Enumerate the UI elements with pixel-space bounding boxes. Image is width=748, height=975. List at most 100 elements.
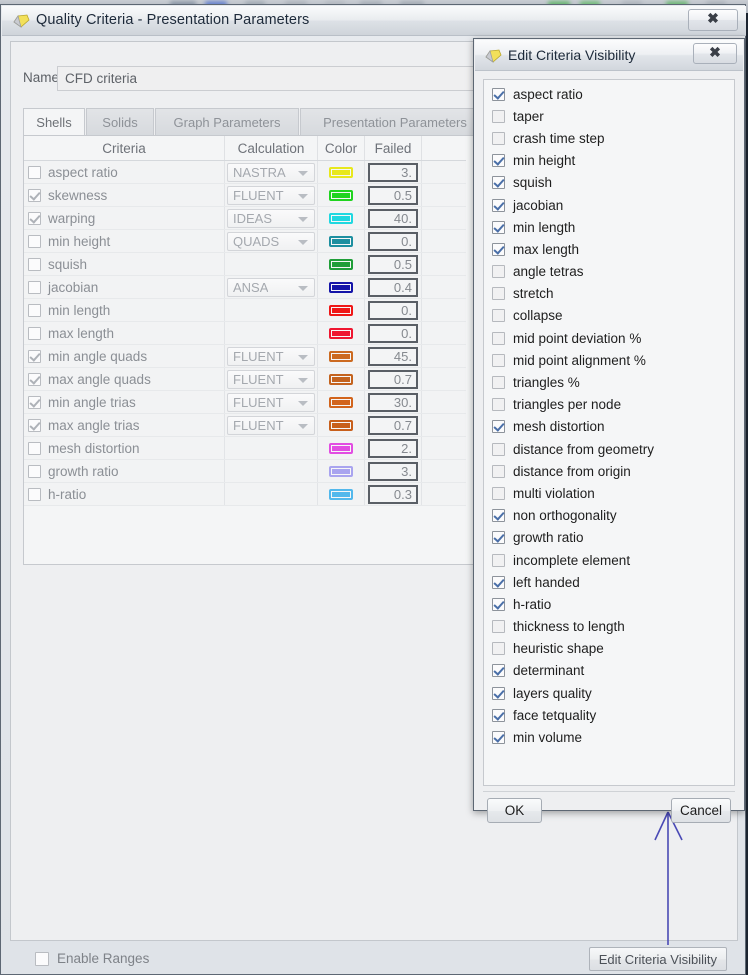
visibility-checkbox[interactable]: [492, 531, 505, 545]
column-header-criteria[interactable]: Criteria: [24, 136, 225, 161]
visibility-checkbox[interactable]: [492, 442, 505, 456]
visibility-list-item[interactable]: squish: [484, 172, 734, 194]
visibility-list-item[interactable]: distance from geometry: [484, 438, 734, 460]
cancel-button[interactable]: Cancel: [671, 798, 731, 823]
table-row[interactable]: mesh distortion 2.: [24, 436, 466, 460]
visibility-list-item[interactable]: max length: [484, 238, 734, 260]
visibility-checkbox[interactable]: [492, 87, 505, 101]
tab-shells[interactable]: Shells: [23, 108, 85, 136]
visibility-list-item[interactable]: mesh distortion: [484, 416, 734, 438]
row-checkbox[interactable]: [28, 188, 41, 202]
visibility-list-item[interactable]: triangles %: [484, 371, 734, 393]
visibility-checkbox[interactable]: [492, 376, 505, 390]
color-swatch[interactable]: [329, 465, 353, 477]
color-swatch[interactable]: [329, 488, 353, 500]
row-checkbox[interactable]: [28, 257, 41, 271]
table-row[interactable]: min angle trias FLUENT 30.: [24, 390, 466, 414]
table-row[interactable]: warping IDEAS 40.: [24, 206, 466, 230]
calculation-dropdown[interactable]: ANSA: [227, 277, 315, 297]
color-swatch[interactable]: [329, 258, 353, 270]
visibility-list-item[interactable]: layers quality: [484, 682, 734, 704]
table-row[interactable]: aspect ratio NASTRA 3.: [24, 160, 466, 184]
table-row[interactable]: min angle quads FLUENT 45.: [24, 344, 466, 368]
calculation-empty[interactable]: [224, 436, 318, 460]
table-row[interactable]: min length 0.: [24, 298, 466, 322]
visibility-list-item[interactable]: heuristic shape: [484, 638, 734, 660]
color-swatch[interactable]: [329, 442, 353, 454]
calculation-empty[interactable]: [224, 321, 318, 345]
failed-value-input[interactable]: 0.5: [368, 185, 418, 205]
visibility-list-item[interactable]: mid point deviation %: [484, 327, 734, 349]
row-checkbox[interactable]: [28, 441, 41, 455]
window-close-button[interactable]: ✖: [688, 9, 738, 31]
visibility-checkbox[interactable]: [492, 486, 505, 500]
row-checkbox[interactable]: [28, 418, 41, 432]
failed-value-input[interactable]: 0.7: [368, 415, 418, 435]
visibility-checkbox[interactable]: [492, 509, 505, 523]
color-swatch[interactable]: [329, 396, 353, 408]
visibility-checkbox[interactable]: [492, 220, 505, 234]
visibility-list-item[interactable]: growth ratio: [484, 527, 734, 549]
visibility-checkbox[interactable]: [492, 420, 505, 434]
table-row[interactable]: h-ratio 0.3: [24, 482, 466, 506]
failed-value-input[interactable]: 0.5: [368, 254, 418, 274]
visibility-checkbox[interactable]: [492, 198, 505, 212]
calculation-dropdown[interactable]: FLUENT: [227, 185, 315, 205]
visibility-list-item[interactable]: stretch: [484, 283, 734, 305]
row-checkbox[interactable]: [28, 211, 41, 225]
calculation-dropdown[interactable]: FLUENT: [227, 392, 315, 412]
calculation-empty[interactable]: [224, 252, 318, 276]
visibility-list-item[interactable]: multi violation: [484, 482, 734, 504]
visibility-checkbox[interactable]: [492, 464, 505, 478]
table-row[interactable]: squish 0.5: [24, 252, 466, 276]
row-checkbox[interactable]: [28, 487, 41, 501]
visibility-checkbox[interactable]: [492, 242, 505, 256]
table-row[interactable]: min height QUADS 0.: [24, 229, 466, 253]
visibility-checkbox[interactable]: [492, 553, 505, 567]
color-swatch[interactable]: [329, 166, 353, 178]
visibility-checkbox[interactable]: [492, 398, 505, 412]
visibility-checkbox[interactable]: [492, 620, 505, 634]
visibility-checkbox[interactable]: [492, 353, 505, 367]
visibility-list-item[interactable]: crash time step: [484, 127, 734, 149]
failed-value-input[interactable]: 0.: [368, 323, 418, 343]
color-swatch[interactable]: [329, 212, 353, 224]
calculation-empty[interactable]: [224, 482, 318, 506]
visibility-checkbox[interactable]: [492, 287, 505, 301]
criteria-visibility-list[interactable]: aspect ratio taper crash time step min heig…: [483, 79, 735, 786]
visibility-list-item[interactable]: non orthogonality: [484, 505, 734, 527]
color-swatch[interactable]: [329, 350, 353, 362]
table-row[interactable]: max length 0.: [24, 321, 466, 345]
failed-value-input[interactable]: 0.4: [368, 277, 418, 297]
failed-value-input[interactable]: 45.: [368, 346, 418, 366]
ok-button[interactable]: OK: [487, 798, 542, 823]
table-row[interactable]: max angle trias FLUENT 0.7: [24, 413, 466, 437]
visibility-checkbox[interactable]: [492, 597, 505, 611]
calculation-dropdown[interactable]: FLUENT: [227, 346, 315, 366]
table-row[interactable]: max angle quads FLUENT 0.7: [24, 367, 466, 391]
failed-value-input[interactable]: 0.3: [368, 484, 418, 504]
visibility-checkbox[interactable]: [492, 642, 505, 656]
visibility-list-item[interactable]: h-ratio: [484, 593, 734, 615]
row-checkbox[interactable]: [28, 280, 41, 294]
row-checkbox[interactable]: [28, 372, 41, 386]
color-swatch[interactable]: [329, 373, 353, 385]
visibility-list-item[interactable]: mid point alignment %: [484, 349, 734, 371]
column-header-failed[interactable]: Failed: [364, 136, 422, 161]
visibility-list-item[interactable]: jacobian: [484, 194, 734, 216]
color-swatch[interactable]: [329, 419, 353, 431]
failed-value-input[interactable]: 0.7: [368, 369, 418, 389]
row-checkbox[interactable]: [28, 349, 41, 363]
failed-value-input[interactable]: 3.: [368, 162, 418, 182]
visibility-list-item[interactable]: collapse: [484, 305, 734, 327]
visibility-list-item[interactable]: face tetquality: [484, 704, 734, 726]
visibility-checkbox[interactable]: [492, 154, 505, 168]
visibility-list-item[interactable]: aspect ratio: [484, 83, 734, 105]
table-row[interactable]: skewness FLUENT 0.5: [24, 183, 466, 207]
column-header-calculation[interactable]: Calculation: [224, 136, 318, 161]
color-swatch[interactable]: [329, 327, 353, 339]
visibility-list-item[interactable]: thickness to length: [484, 616, 734, 638]
calculation-dropdown[interactable]: FLUENT: [227, 369, 315, 389]
failed-value-input[interactable]: 2.: [368, 438, 418, 458]
calculation-dropdown[interactable]: FLUENT: [227, 415, 315, 435]
